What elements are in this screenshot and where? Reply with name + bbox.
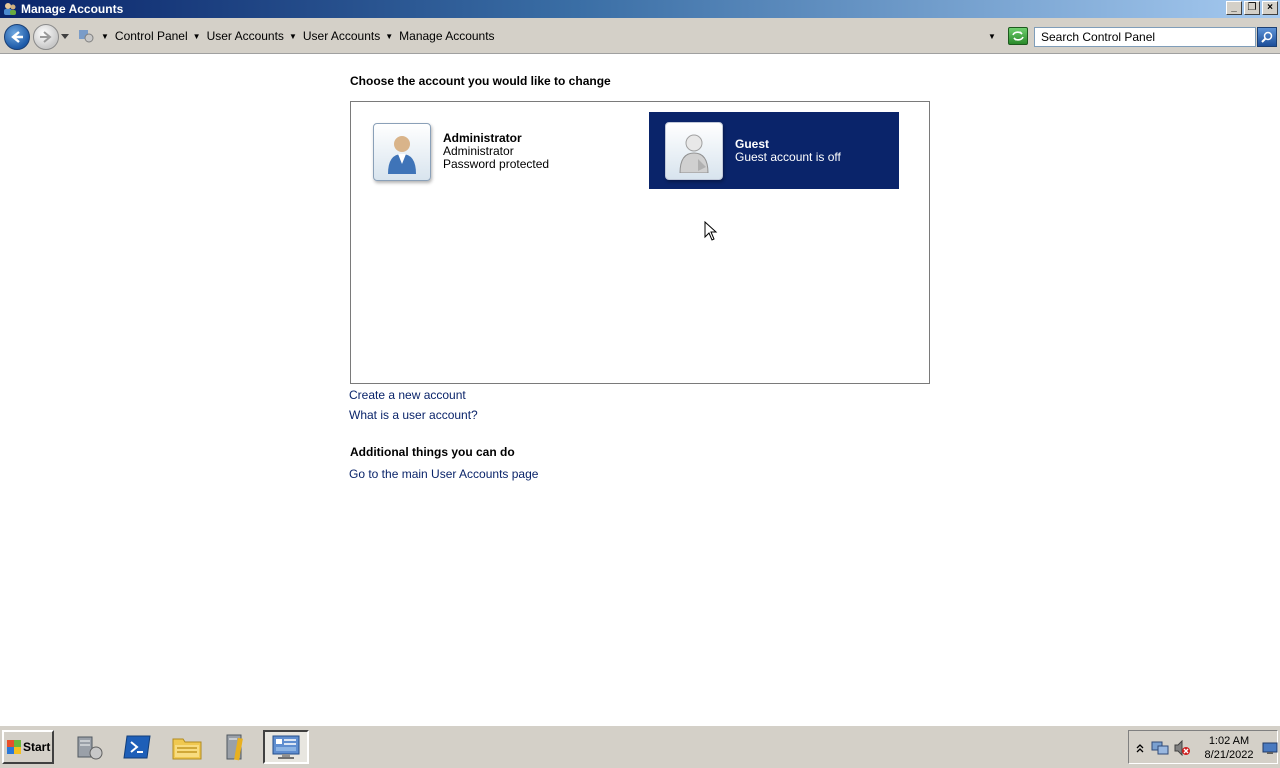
account-name: Guest: [735, 136, 770, 151]
show-desktop-icon[interactable]: [1261, 740, 1279, 756]
start-button[interactable]: Start: [2, 730, 54, 764]
administrator-avatar: [373, 122, 431, 181]
breadcrumb-user-accounts-sub[interactable]: User Accounts: [303, 29, 380, 43]
start-label: Start: [23, 740, 51, 754]
guest-avatar: [665, 121, 723, 180]
breadcrumb-manage-accounts[interactable]: Manage Accounts: [399, 29, 494, 43]
control-panel-icon: [76, 27, 96, 45]
breadcrumb-control-panel[interactable]: Control Panel: [115, 29, 188, 43]
forward-button[interactable]: [33, 24, 59, 50]
refresh-icon: [1012, 31, 1024, 41]
user-avatar-icon: [388, 135, 416, 174]
user-accounts-icon: [2, 1, 18, 17]
breadcrumb[interactable]: ▼ Control Panel ▼ User Accounts ▼ User Acco…: [72, 25, 1004, 47]
taskbar: Start 1:02 AM 8/21/2022: [0, 725, 1280, 768]
search-icon: [1261, 31, 1273, 43]
main-content: Choose the account you would like to cha…: [0, 55, 1280, 725]
back-button[interactable]: [4, 24, 30, 50]
create-account-link[interactable]: Create a new account: [349, 388, 466, 402]
account-administrator[interactable]: Administrator Administrator Password pro…: [351, 113, 601, 190]
network-icon[interactable]: [1151, 740, 1169, 756]
chevron-down-icon: [61, 34, 69, 39]
powershell-icon[interactable]: [114, 730, 160, 764]
mouse-pointer-icon: [704, 221, 718, 241]
clock-time: 1:02 AM: [1208, 735, 1250, 747]
choose-account-heading: Choose the account you would like to cha…: [350, 74, 611, 88]
clock[interactable]: 1:02 AM 8/21/2022: [1199, 734, 1259, 762]
window-title: Manage Accounts: [21, 2, 124, 16]
show-hidden-icons-icon[interactable]: [1131, 740, 1149, 756]
accounts-list: Administrator Administrator Password pro…: [350, 101, 930, 384]
clock-date: 8/21/2022: [1204, 749, 1254, 761]
address-bar: ▼ Control Panel ▼ User Accounts ▼ User Acco…: [0, 18, 1280, 54]
account-status: Password protected: [443, 157, 550, 171]
arrow-right-icon: [40, 31, 52, 43]
restore-button[interactable]: ❐: [1244, 1, 1260, 15]
refresh-button[interactable]: [1008, 27, 1028, 45]
system-tray: 1:02 AM 8/21/2022: [1128, 730, 1278, 764]
server-manager-icon[interactable]: [66, 730, 112, 764]
title-bar: Manage Accounts _ ❐ ×: [0, 0, 1280, 18]
search-input[interactable]: Search Control Panel: [1034, 27, 1256, 47]
admin-tools-icon[interactable]: [213, 730, 259, 764]
breadcrumb-user-accounts[interactable]: User Accounts: [207, 29, 284, 43]
search-button[interactable]: [1257, 27, 1277, 47]
close-button[interactable]: ×: [1262, 1, 1278, 15]
windows-logo-icon: [7, 740, 21, 754]
recent-pages-dropdown[interactable]: [60, 32, 70, 42]
account-guest[interactable]: Guest Guest account is off: [649, 112, 899, 189]
minimize-button[interactable]: _: [1226, 1, 1242, 15]
address-dropdown-icon[interactable]: ▼: [988, 32, 996, 41]
volume-muted-icon[interactable]: [1173, 740, 1191, 756]
additional-things-heading: Additional things you can do: [350, 445, 515, 459]
account-status: Guest account is off: [735, 149, 841, 164]
what-is-user-account-link[interactable]: What is a user account?: [349, 408, 478, 422]
control-panel-icon[interactable]: [263, 730, 309, 764]
explorer-icon[interactable]: [164, 730, 210, 764]
arrow-left-icon: [11, 31, 23, 43]
guest-avatar-icon: [679, 134, 709, 173]
main-user-accounts-link[interactable]: Go to the main User Accounts page: [349, 467, 538, 481]
